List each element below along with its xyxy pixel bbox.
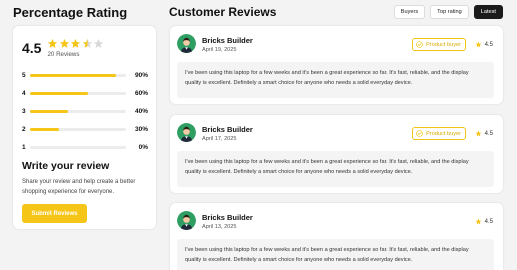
distribution-star-label: 4: [22, 89, 26, 97]
review-text: I've been using this laptop for a few we…: [177, 62, 494, 98]
review-rating: 4.5: [475, 218, 493, 225]
reviewer-avatar: [177, 123, 196, 142]
average-rating-value: 4.5: [22, 40, 42, 56]
product-buyer-badge: Product buyer: [412, 38, 466, 51]
reviewer-name: Bricks Builder: [202, 36, 253, 45]
filter-buyers-button[interactable]: Buyers: [393, 5, 426, 19]
distribution-percent: 0%: [138, 143, 148, 151]
review-date: April 13, 2025: [202, 224, 237, 230]
reviews-count: 20 Reviews: [47, 51, 80, 58]
star-icon: [475, 41, 482, 48]
distribution-bar-track: [30, 91, 126, 95]
write-review-description: Share your review and help create a bett…: [22, 179, 136, 195]
check-badge-icon: [416, 130, 423, 137]
star-icon: [94, 38, 104, 48]
submit-review-button[interactable]: Submit Reviews: [22, 204, 87, 223]
review-text: I've been using this laptop for a few we…: [177, 151, 494, 187]
check-badge-icon: [416, 41, 423, 48]
badge-label: Product buyer: [426, 41, 461, 48]
star-icon: [82, 38, 93, 48]
distribution-star-label: 1: [22, 143, 26, 151]
distribution-row: 1 0%: [22, 142, 148, 152]
review-text: I've been using this laptop for a few we…: [177, 239, 494, 270]
filter-top-rating-button[interactable]: Top rating: [430, 5, 469, 19]
distribution-star-label: 3: [22, 107, 26, 115]
distribution-bar-track: [30, 145, 126, 149]
badge-label: Product buyer: [426, 130, 461, 137]
star-icon: [475, 218, 482, 225]
reviewer-name: Bricks Builder: [202, 125, 253, 134]
distribution-star-label: 2: [22, 125, 26, 133]
star-icon: [59, 38, 70, 48]
distribution-percent: 60%: [134, 89, 148, 97]
distribution-row: 2 30%: [22, 124, 148, 134]
review-rating-value: 4.5: [484, 218, 493, 225]
rating-section-title: Percentage Rating: [13, 5, 128, 20]
distribution-bar-fill: [30, 109, 69, 113]
average-rating-row: 4.5 20 Reviews: [22, 38, 148, 58]
distribution-bar-fill: [30, 91, 88, 95]
distribution-bar-track: [30, 73, 126, 77]
review-filters: Buyers Top rating Latest: [393, 5, 503, 19]
rating-summary-card: 4.5 20 Reviews 5 90% 4 60% 3 40% 2 30% 1 0% Write…: [13, 26, 156, 229]
review-date: April 19, 2025: [202, 47, 237, 53]
review-rating-value: 4.5: [484, 41, 493, 48]
distribution-percent: 40%: [134, 107, 148, 115]
reviewer-avatar: [177, 211, 196, 230]
distribution-percent: 90%: [134, 71, 148, 79]
review-card: Bricks Builder April 19, 2025 Product buye…: [170, 26, 503, 104]
review-card: Bricks Builder April 13, 2025 4.5 I've been…: [170, 203, 503, 270]
review-rating-value: 4.5: [484, 130, 493, 137]
star-icon: [475, 130, 482, 137]
write-review-title: Write your review: [22, 160, 110, 172]
distribution-star-label: 5: [22, 71, 26, 79]
review-date: April 17, 2025: [202, 136, 237, 142]
star-icon: [48, 38, 58, 48]
rating-distribution: 5 90% 4 60% 3 40% 2 30% 1 0%: [22, 70, 148, 152]
distribution-row: 3 40%: [22, 106, 148, 116]
distribution-bar-fill: [30, 73, 117, 77]
distribution-bar-track: [30, 127, 126, 131]
average-stars: [47, 38, 104, 49]
distribution-row: 5 90%: [22, 70, 148, 80]
reviewer-name: Bricks Builder: [202, 213, 253, 222]
reviews-section-title: Customer Reviews: [169, 5, 277, 19]
distribution-percent: 30%: [134, 125, 148, 133]
distribution-row: 4 60%: [22, 88, 148, 98]
distribution-bar-track: [30, 109, 126, 113]
distribution-bar-fill: [30, 127, 59, 131]
product-buyer-badge: Product buyer: [412, 127, 466, 140]
filter-latest-button[interactable]: Latest: [473, 5, 503, 19]
review-card: Bricks Builder April 17, 2025 Product buye…: [170, 115, 503, 193]
review-rating: 4.5: [475, 41, 493, 48]
review-rating: 4.5: [475, 130, 493, 137]
reviewer-avatar: [177, 34, 196, 53]
star-icon: [71, 38, 81, 48]
